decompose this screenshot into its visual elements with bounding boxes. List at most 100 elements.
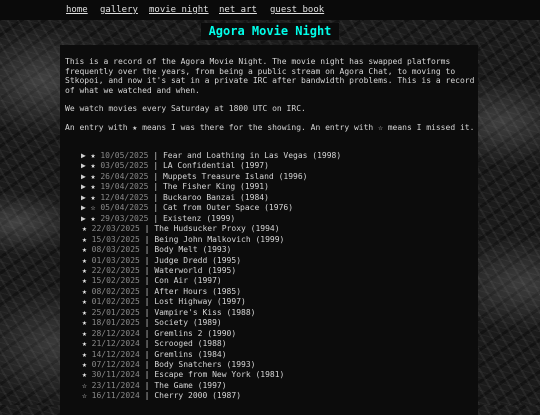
separator: | [153,213,159,223]
movie-entry: ★ 22/02/2025 | Waterworld (1995) [82,266,236,277]
attended-star-icon: ★ [90,192,96,202]
movie-entry-expandable[interactable]: ▶ ★ 10/05/2025 | Fear and Loathing in La… [81,151,341,162]
movie-date: 19/04/2025 [100,182,149,192]
separator: | [144,360,150,369]
movie-entry: ★ 14/12/2024 | Gremlins (1984) [82,350,227,361]
movie-entry: ★ 25/01/2025 | Vampire's Kiss (1988) [82,308,255,319]
movie-title: Being John Malkovich (1999) [154,234,285,244]
expand-triangle-icon[interactable]: ▶ [81,214,86,223]
movie-title: The Hudsucker Proxy (1994) [154,224,280,234]
movie-title: Lost Highway (1997) [154,297,246,307]
movie-entry-expandable[interactable]: ▶ ★ 26/04/2025 | Muppets Treasure Island… [81,172,307,183]
movie-title: Escape from New York (1981) [154,370,285,380]
missed-star-icon: ☆ [82,380,87,390]
nav-link-gallery[interactable]: gallery [100,0,138,20]
attended-star-icon: ★ [82,328,87,338]
movie-date: 01/03/2025 [91,255,140,265]
movie-title: LA Confidential (1997) [162,161,269,171]
movie-title: Cat from Outer Space (1976) [162,203,294,213]
attended-star-icon: ★ [82,360,87,369]
expand-triangle-icon[interactable]: ▶ [81,182,86,191]
movie-entry: ☆ 16/11/2024 | Cherry 2000 (1987) [82,391,241,402]
movie-entry: ★ 21/12/2024 | Scrooged (1988) [82,339,227,350]
separator: | [153,161,159,171]
movie-entry-expandable[interactable]: ▶ ★ 29/03/2025 | Existenz (1999) [81,214,235,225]
legend-paragraph: An entry with ★ means I was there for th… [65,123,475,132]
movie-entry: ★ 08/02/2025 | After Hours (1985) [82,287,241,298]
nav-link-movie-night[interactable]: movie night [149,0,209,20]
movie-title: Scrooged (1988) [154,339,227,349]
intro-paragraph: This is a record of the Agora Movie Nigh… [65,57,475,95]
movie-title: Buckaroo Banzai (1984) [162,192,269,202]
attended-star-icon: ★ [82,297,87,307]
separator: | [144,380,150,390]
movie-entry: ☆ 23/11/2024 | The Game (1997) [82,381,227,392]
movie-date: 05/04/2025 [100,203,149,213]
separator: | [144,328,150,338]
content-panel: This is a record of the Agora Movie Nigh… [60,45,478,415]
movie-title: Existenz (1999) [162,213,236,223]
separator: | [153,171,159,181]
movie-entry-expandable[interactable]: ▶ ★ 03/05/2025 | LA Confidential (1997) [81,161,269,172]
movie-date: 08/02/2025 [91,286,140,296]
movie-title: Body Melt (1993) [154,245,232,255]
nav-link-guest-book[interactable]: guest book [270,0,324,20]
attended-star-icon: ★ [82,265,87,275]
movie-date: 30/11/2024 [91,370,140,380]
attended-star-icon: ★ [82,349,87,359]
movie-date: 01/02/2025 [91,297,140,307]
nav-link-net-art[interactable]: net_art [219,0,257,20]
separator: | [144,349,150,359]
expand-triangle-icon[interactable]: ▶ [81,203,86,212]
movie-date: 21/12/2024 [91,339,140,349]
schedule-paragraph: We watch movies every Saturday at 1800 U… [65,104,306,113]
movie-title: After Hours (1985) [154,286,242,296]
movie-date: 07/12/2024 [91,360,140,369]
attended-star-icon: ★ [82,307,87,317]
movie-entry-expandable[interactable]: ▶ ★ 12/04/2025 | Buckaroo Banzai (1984) [81,193,269,204]
movie-entry-expandable[interactable]: ▶ ★ 19/04/2025 | The Fisher King (1991) [81,182,269,193]
separator: | [144,318,150,328]
movie-date: 12/04/2025 [100,192,149,202]
movie-entry: ★ 01/03/2025 | Judge Dredd (1995) [82,256,241,267]
separator: | [144,307,150,317]
movie-date: 16/11/2024 [91,391,140,401]
attended-star-icon: ★ [82,245,87,255]
attended-star-icon: ★ [82,286,87,296]
attended-star-icon: ★ [90,182,96,192]
expand-triangle-icon[interactable]: ▶ [81,172,86,181]
expand-triangle-icon[interactable]: ▶ [81,193,86,202]
movie-title: Body Snatchers (1993) [154,360,256,369]
movie-date: 25/01/2025 [91,307,140,317]
separator: | [144,245,150,255]
movie-title: The Fisher King (1991) [162,182,269,192]
separator: | [144,370,150,380]
separator: | [144,339,150,349]
attended-star-icon: ★ [82,255,87,265]
movie-date: 29/03/2025 [100,213,149,223]
attended-star-icon: ★ [82,276,87,286]
missed-star-icon: ☆ [82,391,87,401]
movie-title: Fear and Loathing in Las Vegas (1998) [162,151,342,160]
movie-title: Con Air (1997) [154,276,222,286]
separator: | [153,182,159,192]
nav-link-home[interactable]: home [66,0,88,20]
attended-star-icon: ★ [90,161,96,171]
movie-date: 22/02/2025 [91,265,140,275]
expand-triangle-icon[interactable]: ▶ [81,161,86,170]
movie-date: 22/03/2025 [91,224,140,234]
expand-triangle-icon[interactable]: ▶ [81,151,86,160]
movie-title: Muppets Treasure Island (1996) [162,171,308,181]
separator: | [144,255,150,265]
separator: | [144,265,150,275]
movie-date: 26/04/2025 [100,171,149,181]
attended-star-icon: ★ [90,213,96,223]
attended-star-icon: ★ [82,370,87,380]
separator: | [144,297,150,307]
movie-title: Gremlins (1984) [154,349,227,359]
attended-star-icon: ★ [82,224,87,234]
movie-entry-expandable[interactable]: ▶ ☆ 05/04/2025 | Cat from Outer Space (1… [81,203,293,214]
movie-title: Waterworld (1995) [154,265,237,275]
movie-date: 15/02/2025 [91,276,140,286]
movie-date: 10/05/2025 [100,151,149,160]
